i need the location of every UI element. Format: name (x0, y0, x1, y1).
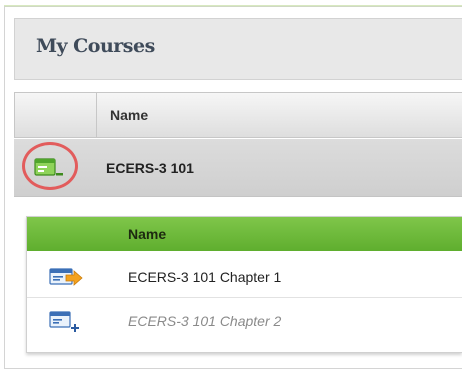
chapters-table-header: Name (27, 217, 462, 251)
page-title: My Courses (36, 35, 155, 57)
chapter-locked-add-icon[interactable] (49, 311, 83, 333)
panel-header: My Courses (14, 18, 462, 80)
chapters-name-column-header[interactable]: Name (128, 226, 166, 242)
course-name[interactable]: ECERS-3 101 (106, 160, 194, 176)
course-expanded-icon[interactable] (34, 157, 64, 179)
chapters-subtable: Name ECERS-3 101 Chapter 1 ECERS-3 101 C… (26, 216, 462, 353)
list-item[interactable]: ECERS-3 101 Chapter 1 (27, 258, 462, 298)
name-column-header[interactable]: Name (110, 107, 148, 123)
icon-column-header (15, 93, 97, 137)
chapter-name[interactable]: ECERS-3 101 Chapter 1 (128, 269, 281, 285)
list-item[interactable]: ECERS-3 101 Chapter 2 (27, 302, 462, 342)
courses-table-header: Name (14, 92, 462, 138)
chapter-launch-icon[interactable] (49, 267, 83, 289)
table-row[interactable]: ECERS-3 101 (14, 139, 462, 197)
chapter-name[interactable]: ECERS-3 101 Chapter 2 (128, 313, 281, 329)
